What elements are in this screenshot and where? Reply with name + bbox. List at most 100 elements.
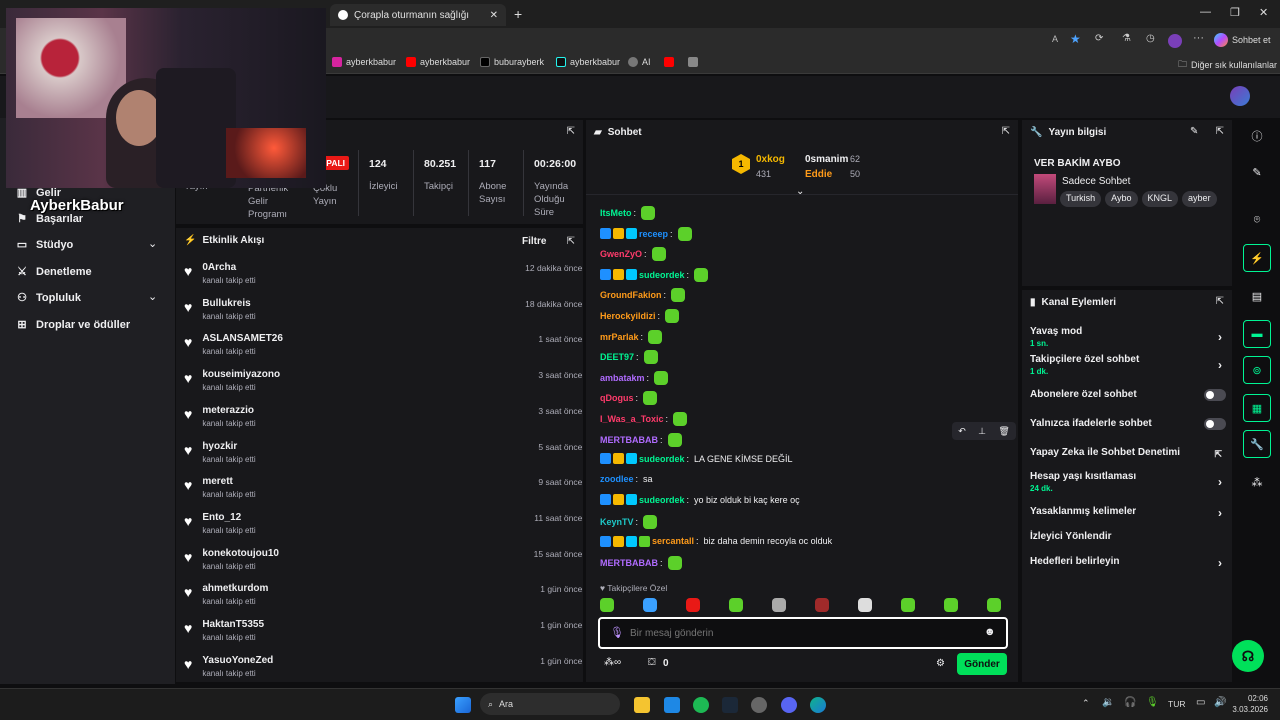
emote-icon[interactable] (729, 598, 743, 612)
chevron-right-icon[interactable]: › (1218, 475, 1222, 489)
stream-tag[interactable]: ayber (1182, 191, 1217, 207)
activity-item[interactable]: ♥ konekotoujou10 kanalı takip etti 15 saat … (184, 548, 583, 571)
emoji-picker-icon[interactable]: ☻ (984, 626, 996, 638)
community-icon[interactable]: ⁂ (1243, 468, 1271, 496)
pencil-icon[interactable]: ✎ (1243, 158, 1271, 186)
help-support-icon[interactable]: ☊ (1232, 640, 1264, 672)
channel-action-item[interactable]: Yavaş mod 1 sn. › (1030, 326, 1226, 348)
channel-action-item[interactable]: Hesap yaşı kısıtlaması 24 dk. › (1030, 471, 1226, 493)
emote-icon[interactable] (643, 598, 657, 612)
activity-item[interactable]: ♥ kouseimiyazono kanalı takip etti 3 saat ö… (184, 369, 583, 392)
info-icon[interactable]: ⓘ (1243, 122, 1271, 150)
bookmark-tiktok[interactable]: ayberkbabur (556, 57, 620, 67)
broadcast-icon[interactable]: ⊚ (1243, 356, 1271, 384)
chat-input[interactable] (630, 623, 970, 643)
bookmark-misc[interactable] (688, 57, 698, 67)
activity-username[interactable]: kouseimiyazono (202, 369, 582, 380)
chat-icon[interactable]: ▬ (1243, 320, 1271, 348)
emote-icon[interactable] (944, 598, 958, 612)
chevron-down-icon[interactable]: ⌄ (148, 237, 157, 250)
sidebar-item-topluluk[interactable]: ⚇ Topluluk (16, 291, 81, 305)
chat-username[interactable]: DEET97 (600, 352, 634, 362)
activity-username[interactable]: Ento_12 (202, 512, 582, 523)
chat-username[interactable]: ambatakm (600, 373, 645, 383)
emote-icon[interactable] (686, 598, 700, 612)
app-icon[interactable] (751, 697, 767, 713)
headset-icon[interactable]: 🎧 (1124, 697, 1136, 708)
bits-icon[interactable]: ⛋ (648, 657, 656, 668)
activity-item[interactable]: ♥ HaktanT5355 kanalı takip etti 1 gün önce (184, 619, 583, 642)
history-icon[interactable]: ◷ (1146, 33, 1155, 44)
toggle-switch[interactable] (1204, 389, 1226, 401)
toggle-switch[interactable] (1204, 418, 1226, 430)
bookmark-x[interactable]: buburayberk (480, 57, 544, 67)
filter-button[interactable]: Filtre (522, 236, 546, 247)
chat-username[interactable]: receep (639, 229, 668, 239)
chat-username[interactable]: qDogus (600, 393, 634, 403)
sidebar-item-droplar[interactable]: ⊞ Droplar ve ödüller (16, 318, 130, 332)
chat-username[interactable]: KeynTV (600, 517, 634, 527)
chevron-right-icon[interactable]: › (1218, 556, 1222, 570)
chat-settings-icon[interactable]: ⚙ (936, 658, 945, 669)
activity-item[interactable]: ♥ Ento_12 kanalı takip etti 11 saat önce (184, 512, 583, 535)
chat-username[interactable]: MERTBABAB (600, 558, 658, 568)
activity-username[interactable]: hyozkir (202, 441, 582, 452)
emote-icon[interactable] (858, 598, 872, 612)
tray-chevron-icon[interactable]: ⌃ (1082, 698, 1090, 709)
chat-message[interactable]: sudeordek: LA GENE KİMSE DEĞİL (600, 453, 793, 465)
chat-message[interactable]: qDogus: (600, 391, 658, 406)
edit-icon[interactable]: ✎ (1190, 126, 1198, 137)
taskbar-search[interactable]: ⌕ Ara (480, 693, 620, 715)
volume-icon[interactable]: 🔉 (1102, 697, 1114, 708)
chat-message[interactable]: Herockyildizi: (600, 309, 680, 323)
network-icon[interactable]: ▭ (1196, 697, 1205, 708)
chat-message[interactable]: mrParlak: (600, 329, 663, 344)
minimize-icon[interactable]: — (1200, 6, 1211, 18)
category-name[interactable]: Sadece Sohbet (1062, 176, 1130, 187)
channel-action-item[interactable]: Yasaklanmış kelimeler › (1030, 506, 1226, 520)
favorite-star-icon[interactable]: ★ (1070, 32, 1081, 46)
clock[interactable]: 02:06 3.03.2026 (1232, 693, 1268, 715)
chat-message[interactable]: MERTBABAB: (600, 556, 682, 571)
activity-username[interactable]: merett (202, 476, 582, 487)
user-avatar[interactable] (1230, 86, 1250, 106)
reply-icon[interactable]: ↶ (958, 426, 966, 437)
chat-message[interactable]: GwenZyO: (600, 247, 666, 262)
chat-username[interactable]: sudeordek (639, 495, 685, 505)
leaderboard[interactable]: 1 0xkog 431 0smanim 62 Eddie 50 (732, 152, 882, 184)
activity-item[interactable]: ♥ 0Archa kanalı takip etti 12 dakika önce (184, 262, 583, 285)
activity-item[interactable]: ♥ hyozkir kanalı takip etti 5 saat önce (184, 441, 583, 464)
collapse-chevron-icon[interactable]: ⌄ (796, 186, 804, 197)
chat-username[interactable]: zoodlee (600, 474, 634, 484)
channel-points-icon[interactable]: ⁂∞ (604, 657, 621, 668)
chat-username[interactable]: mrParlak (600, 332, 639, 342)
stream-tag[interactable]: Aybo (1105, 191, 1138, 207)
chat-message[interactable]: I_Was_a_Toxic: (600, 412, 688, 426)
chat-username[interactable]: I_Was_a_Toxic (600, 414, 664, 424)
language-indicator[interactable]: TUR (1168, 699, 1185, 709)
chevron-right-icon[interactable]: › (1218, 506, 1222, 520)
new-tab-icon[interactable]: + (514, 6, 522, 22)
bookmark-youtube-2[interactable] (664, 57, 674, 67)
channel-action-item[interactable]: Hedefleri belirleyin › (1030, 556, 1226, 570)
more-menu-icon[interactable]: ··· (1193, 32, 1204, 44)
file-explorer-icon[interactable] (634, 697, 650, 713)
chat-message[interactable]: zoodlee: sa (600, 474, 653, 484)
bookmark-instagram[interactable]: ayberkbabur (332, 57, 396, 67)
copilot-button[interactable]: Sohbet et (1214, 33, 1271, 47)
sidebar-item-studyo[interactable]: ▭ Stüdyo (16, 238, 73, 252)
chevron-right-icon[interactable]: › (1218, 330, 1222, 344)
mic-tray-icon[interactable]: 🎙 (1146, 697, 1159, 708)
channel-action-item[interactable]: Yapay Zeka ile Sohbet Denetimi ⇱ (1030, 447, 1226, 460)
chat-message[interactable]: DEET97: (600, 350, 658, 365)
chat-message[interactable]: GroundFakion: (600, 288, 686, 303)
channel-action-item[interactable]: İzleyici Yönlendir (1030, 531, 1226, 542)
external-link-icon[interactable]: ⇱ (1214, 449, 1222, 460)
emote-icon[interactable] (815, 598, 829, 612)
close-window-icon[interactable]: ✕ (1259, 6, 1268, 19)
stream-tag[interactable]: Turkish (1060, 191, 1102, 207)
profile-avatar[interactable] (1168, 34, 1182, 48)
activity-username[interactable]: konekotoujou10 (202, 548, 582, 559)
edge-icon[interactable] (810, 697, 826, 713)
stream-tag[interactable]: KNGL (1141, 191, 1179, 207)
